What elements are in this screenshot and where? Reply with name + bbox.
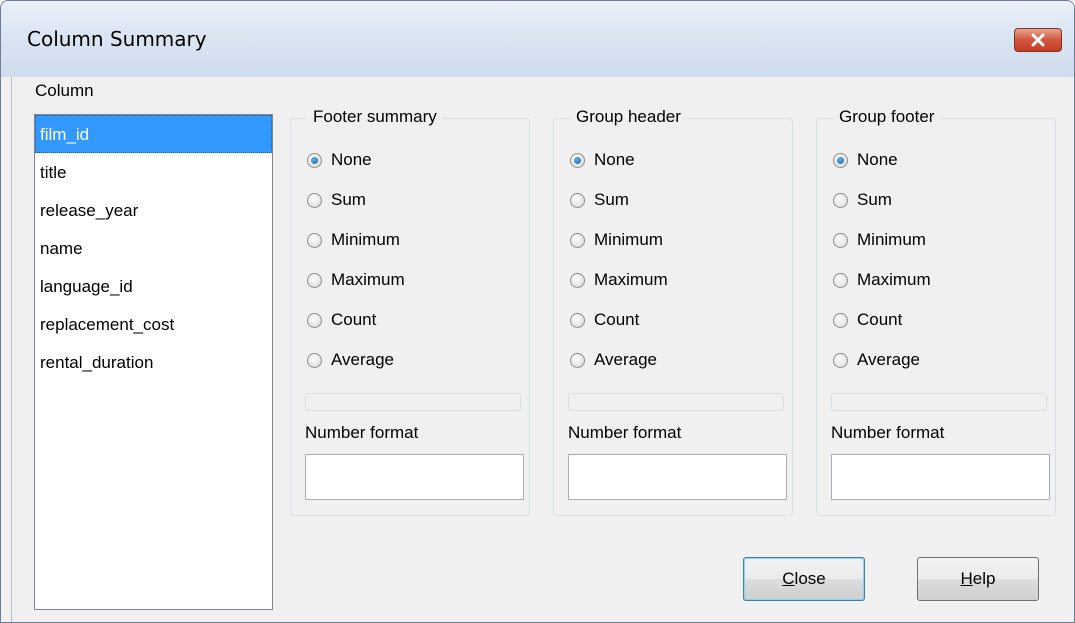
radio-option-sum[interactable]: Sum xyxy=(833,189,892,211)
window-close-button[interactable] xyxy=(1014,28,1062,52)
radio-label: None xyxy=(857,150,898,169)
list-item[interactable]: rental_duration xyxy=(35,343,272,381)
number-format-input[interactable] xyxy=(568,454,787,500)
radio-button-icon[interactable] xyxy=(570,232,585,248)
radio-label: Average xyxy=(857,350,921,369)
group-title: Group footer xyxy=(833,107,941,127)
radio-button-icon[interactable] xyxy=(307,192,322,208)
close-rest: lose xyxy=(794,569,826,588)
radio-button-icon[interactable] xyxy=(570,312,585,328)
radio-button-icon[interactable] xyxy=(570,352,585,368)
help-mnemonic: H xyxy=(960,569,973,588)
radio-button-icon[interactable] xyxy=(833,232,848,248)
radio-label: Count xyxy=(331,310,377,329)
column-label: Column xyxy=(35,81,94,100)
radio-label: Maximum xyxy=(594,270,668,289)
radio-option-minimum[interactable]: Minimum xyxy=(833,229,926,251)
group-footer-group: Group footer None Sum Minimum Maximum Count Av… xyxy=(816,107,1056,516)
radio-option-average[interactable]: Average xyxy=(833,349,920,371)
radio-label: Sum xyxy=(594,190,629,209)
number-format-label: Number format xyxy=(305,423,419,442)
radio-label: Average xyxy=(331,350,395,369)
radio-option-maximum[interactable]: Maximum xyxy=(307,269,405,291)
radio-label: Sum xyxy=(331,190,366,209)
radio-button-icon[interactable] xyxy=(833,192,848,208)
radio-option-average[interactable]: Average xyxy=(570,349,657,371)
radio-label: Sum xyxy=(857,190,892,209)
radio-option-none[interactable]: None xyxy=(570,149,635,171)
close-mnemonic: C xyxy=(782,569,795,588)
radio-button-icon[interactable] xyxy=(307,312,322,328)
radio-option-maximum[interactable]: Maximum xyxy=(833,269,931,291)
close-icon xyxy=(1031,33,1045,47)
radio-label: Count xyxy=(857,310,903,329)
close-button[interactable]: Close xyxy=(743,557,865,601)
group-title: Footer summary xyxy=(307,107,443,127)
column-summary-dialog: Column Summary Column film_id title releas… xyxy=(0,0,1075,623)
radio-option-count[interactable]: Count xyxy=(570,309,639,331)
window-title: Column Summary xyxy=(27,27,207,51)
radio-button-icon[interactable] xyxy=(833,272,848,288)
radio-label: None xyxy=(594,150,635,169)
radio-option-sum[interactable]: Sum xyxy=(570,189,629,211)
number-format-label: Number format xyxy=(568,423,682,442)
column-listbox[interactable]: film_id title release_year name language_id r… xyxy=(34,114,273,610)
group-title: Group header xyxy=(570,107,687,127)
radio-button-icon[interactable] xyxy=(833,152,848,168)
radio-label: Count xyxy=(594,310,640,329)
radio-option-count[interactable]: Count xyxy=(307,309,376,331)
radio-label: Maximum xyxy=(857,270,931,289)
divider-bar xyxy=(568,393,784,411)
group-header-group: Group header None Sum Minimum Maximum Count Av… xyxy=(553,107,793,516)
number-format-label: Number format xyxy=(831,423,945,442)
radio-option-average[interactable]: Average xyxy=(307,349,394,371)
radio-button-icon[interactable] xyxy=(833,352,848,368)
radio-option-minimum[interactable]: Minimum xyxy=(570,229,663,251)
radio-option-none[interactable]: None xyxy=(307,149,372,171)
radio-label: Average xyxy=(594,350,658,369)
radio-option-minimum[interactable]: Minimum xyxy=(307,229,400,251)
title-bar[interactable]: Column Summary xyxy=(1,1,1074,77)
radio-label: Minimum xyxy=(331,230,400,249)
divider-bar xyxy=(831,393,1047,411)
list-item[interactable]: release_year xyxy=(35,191,272,229)
radio-button-icon[interactable] xyxy=(307,352,322,368)
radio-option-sum[interactable]: Sum xyxy=(307,189,366,211)
radio-button-icon[interactable] xyxy=(570,192,585,208)
divider-bar xyxy=(305,393,521,411)
radio-option-count[interactable]: Count xyxy=(833,309,902,331)
radio-label: Minimum xyxy=(857,230,926,249)
list-item[interactable]: film_id xyxy=(35,115,272,153)
radio-option-none[interactable]: None xyxy=(833,149,898,171)
number-format-input[interactable] xyxy=(305,454,524,500)
help-rest: elp xyxy=(972,569,996,588)
list-item[interactable]: replacement_cost xyxy=(35,305,272,343)
radio-option-maximum[interactable]: Maximum xyxy=(570,269,668,291)
list-item[interactable]: title xyxy=(35,153,272,191)
radio-button-icon[interactable] xyxy=(570,152,585,168)
radio-button-icon[interactable] xyxy=(570,272,585,288)
footer-summary-group: Footer summary None Sum Minimum Maximum Count… xyxy=(290,107,530,516)
radio-button-icon[interactable] xyxy=(307,272,322,288)
list-item[interactable]: language_id xyxy=(35,267,272,305)
list-item[interactable]: name xyxy=(35,229,272,267)
radio-label: Maximum xyxy=(331,270,405,289)
radio-button-icon[interactable] xyxy=(307,152,322,168)
number-format-input[interactable] xyxy=(831,454,1050,500)
radio-button-icon[interactable] xyxy=(307,232,322,248)
radio-button-icon[interactable] xyxy=(833,312,848,328)
radio-label: None xyxy=(331,150,372,169)
help-button[interactable]: Help xyxy=(917,557,1039,601)
radio-label: Minimum xyxy=(594,230,663,249)
